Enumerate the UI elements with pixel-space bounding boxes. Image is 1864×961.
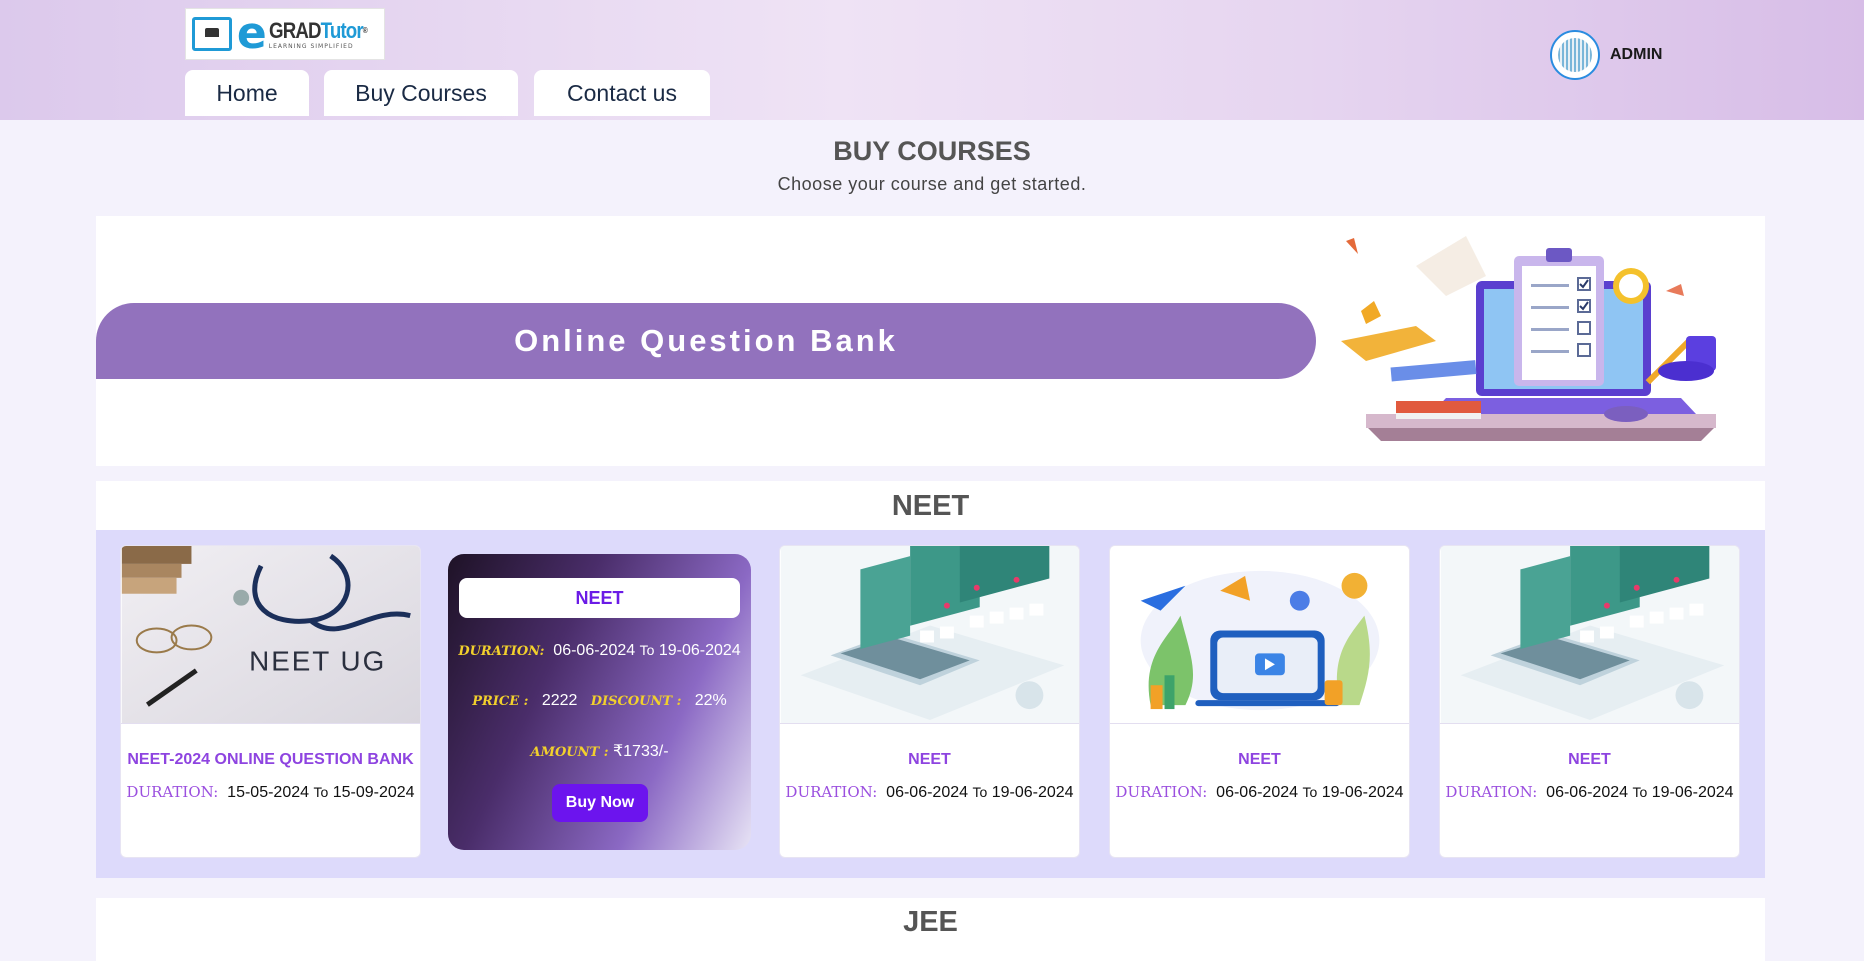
logo-tagline: LEARNING SIMPLIFIED	[268, 42, 354, 50]
course-card[interactable]: NEET DURATION: 06-06-2024 To 19-06-2024	[779, 545, 1080, 858]
course-card[interactable]: NEET UG NEET-2024 ONLINE QUESTION BANK D…	[120, 545, 421, 858]
course-image-laptop-tests	[1440, 546, 1739, 724]
course-image-neet-ug: NEET UG	[121, 546, 420, 724]
course-title: NEET	[459, 578, 740, 618]
laptop-checklist-illustration	[1341, 236, 1716, 441]
egradtutor-logo[interactable]: e GRADTutor® LEARNING SIMPLIFIED	[185, 8, 385, 60]
course-duration: DURATION: 06-06-2024 To 19-06-2024	[1445, 783, 1734, 801]
banner-heading: Online Question Bank	[96, 303, 1316, 379]
course-title: NEET-2024 ONLINE QUESTION BANK	[127, 751, 414, 768]
nav-contact-us[interactable]: Contact us	[534, 70, 710, 116]
nav-buy-courses[interactable]: Buy Courses	[324, 70, 518, 116]
course-image-laptop-tests	[780, 546, 1079, 724]
course-title: NEET	[908, 751, 951, 768]
course-card[interactable]: NEET DURATION: 06-06-2024 To 19-06-2024	[1109, 545, 1410, 858]
user-menu[interactable]: ADMIN	[1550, 30, 1662, 80]
course-amount: AMOUNT : ₹1733/-	[530, 743, 669, 760]
course-card-hovered[interactable]: NEET DURATION: 06-06-2024 To 19-06-2024 …	[448, 554, 751, 850]
course-duration: DURATION: 15-05-2024 To 15-09-2024	[126, 783, 415, 801]
avatar-icon[interactable]	[1550, 30, 1600, 80]
question-bank-banner: Online Question Bank	[96, 216, 1765, 466]
course-duration: DURATION: 06-06-2024 To 19-06-2024	[785, 783, 1074, 801]
course-duration: DURATION: 06-06-2024 To 19-06-2024	[458, 642, 741, 659]
section-heading-neet: NEET	[96, 481, 1765, 531]
neet-ug-caption: NEET UG	[249, 645, 386, 676]
monitor-graduation-cap-icon	[192, 17, 232, 51]
top-header: e GRADTutor® LEARNING SIMPLIFIED Home Bu…	[0, 0, 1864, 120]
course-duration: DURATION: 06-06-2024 To 19-06-2024	[1115, 783, 1404, 801]
section-heading-jee: JEE	[96, 898, 1765, 961]
course-card[interactable]: NEET DURATION: 06-06-2024 To 19-06-2024	[1439, 545, 1740, 858]
user-name[interactable]: ADMIN	[1610, 46, 1662, 64]
page-subtitle: Choose your course and get started.	[777, 174, 1087, 194]
logo-letter: e	[236, 8, 267, 59]
course-title: NEET	[1238, 751, 1281, 768]
course-title: NEET	[1568, 751, 1611, 768]
course-price: PRICE : 2222 DISCOUNT : 22%	[472, 692, 727, 709]
page-title: BUY COURSES	[833, 136, 1031, 166]
neet-course-list: NEET UG NEET-2024 ONLINE QUESTION BANK D…	[96, 530, 1765, 878]
course-image-laptop-video	[1110, 546, 1409, 724]
buy-now-button[interactable]: Buy Now	[552, 784, 648, 822]
nav-home[interactable]: Home	[185, 70, 309, 116]
